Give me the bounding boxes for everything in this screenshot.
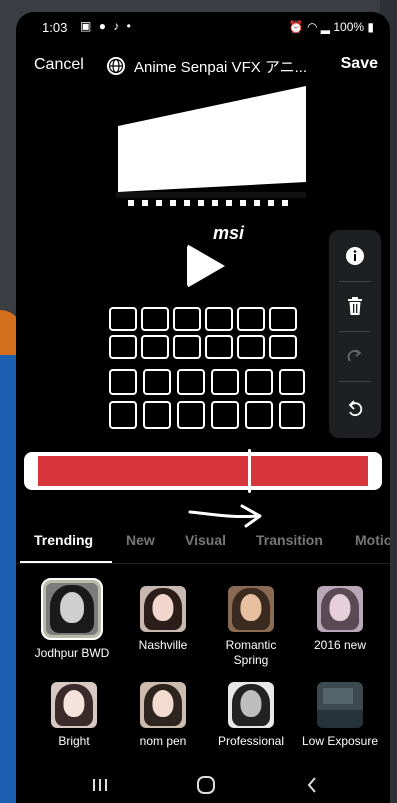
effect-title-text: Anime Senpai VFX アニ...	[134, 58, 308, 76]
status-bar: 1:03 ▣ ● ♪ • ⏰ ◠ ▂ 100% ▮	[16, 12, 390, 40]
status-right: ⏰ ◠ ▂ 100% ▮	[289, 20, 374, 34]
system-nav-bar	[16, 767, 390, 803]
effect-label: Nashville	[138, 638, 188, 652]
effect-thumbnail	[140, 586, 186, 632]
recents-button[interactable]	[80, 771, 120, 799]
redo-icon	[347, 349, 362, 362]
cancel-button[interactable]: Cancel	[34, 56, 84, 74]
tab-transition[interactable]: Transition	[256, 532, 323, 548]
signal-icon: ▂	[320, 20, 330, 34]
effect-item-professional[interactable]: Professional	[208, 682, 294, 749]
back-icon	[307, 777, 316, 793]
undo-button[interactable]	[329, 386, 381, 430]
undo-icon	[348, 400, 363, 417]
recents-icon	[93, 779, 107, 791]
globe-icon	[107, 57, 125, 75]
info-icon	[346, 247, 364, 265]
messenger-icon: ●	[98, 19, 108, 33]
home-icon	[197, 776, 215, 794]
playhead-handle[interactable]	[248, 449, 251, 493]
effect-label: Romantic Spring	[225, 638, 277, 667]
tab-trending[interactable]: Trending	[34, 532, 93, 548]
gallery-icon: ▣	[80, 19, 94, 33]
effect-label: 2016 new	[313, 638, 367, 652]
tab-new[interactable]: New	[126, 532, 155, 548]
effect-item-2016-new[interactable]: 2016 new	[297, 586, 383, 653]
effect-thumbnail	[140, 682, 186, 728]
editor-top-bar: Cancel Anime Senpai VFX アニ... Save	[16, 50, 390, 82]
effect-item-low-exposure[interactable]: Low Exposure	[297, 682, 383, 749]
tab-motion[interactable]: Motio	[355, 532, 390, 548]
svg-text:msi: msi	[213, 223, 245, 243]
effect-label: Low Exposure	[301, 734, 379, 748]
tiktok-icon: ♪	[113, 19, 122, 33]
effect-item-jodhpur-bwd[interactable]: Jodhpur BWD	[29, 578, 115, 661]
effect-category-tabs: Trending New Visual Transition Motio	[16, 524, 390, 564]
redo-button[interactable]	[329, 334, 381, 382]
effect-item-romantic-spring[interactable]: Romantic Spring	[208, 586, 294, 668]
alarm-icon: ⏰	[288, 20, 304, 34]
trash-icon	[348, 297, 362, 315]
effect-item-nom-pen[interactable]: nom pen	[120, 682, 206, 749]
timeline-clip-strip	[38, 456, 368, 486]
clip-toolbar	[329, 230, 381, 438]
effect-item-nashville[interactable]: Nashville	[120, 586, 206, 653]
video-preview[interactable]: msi	[108, 86, 306, 446]
tab-bar-divider	[16, 563, 390, 564]
battery-icon: ▮	[367, 20, 374, 34]
notification-icons: ▣ ● ♪ •	[80, 19, 133, 33]
play-icon[interactable]	[187, 244, 225, 288]
tab-visual[interactable]: Visual	[185, 532, 226, 548]
timeline-trim-bar[interactable]	[24, 449, 382, 493]
effect-label: Professional	[217, 734, 285, 748]
effect-title[interactable]: Anime Senpai VFX アニ...	[106, 54, 326, 78]
wifi-icon: ◠	[306, 20, 318, 34]
effect-thumbnail	[228, 682, 274, 728]
effect-thumbnail	[317, 682, 363, 728]
effect-thumbnail	[228, 586, 274, 632]
effect-label: Bright	[58, 734, 90, 748]
delete-button[interactable]	[329, 284, 381, 332]
effect-label: Jodhpur BWD	[34, 646, 110, 660]
phone-screen: 1:03 ▣ ● ♪ • ⏰ ◠ ▂ 100% ▮ Cancel Anime S…	[16, 12, 390, 803]
info-button[interactable]	[329, 234, 381, 282]
effect-item-bright[interactable]: Bright	[31, 682, 117, 749]
effect-thumbnail	[317, 586, 363, 632]
effect-label: nom pen	[139, 734, 187, 748]
status-time: 1:03	[42, 20, 68, 35]
effect-thumbnail	[51, 682, 97, 728]
back-button[interactable]	[292, 771, 332, 799]
active-tab-indicator	[20, 561, 112, 563]
battery-text: 100%	[333, 20, 365, 34]
save-button[interactable]: Save	[341, 55, 378, 73]
effect-thumbnail	[41, 578, 103, 640]
home-button[interactable]	[186, 771, 226, 799]
dot-icon: •	[126, 19, 133, 33]
